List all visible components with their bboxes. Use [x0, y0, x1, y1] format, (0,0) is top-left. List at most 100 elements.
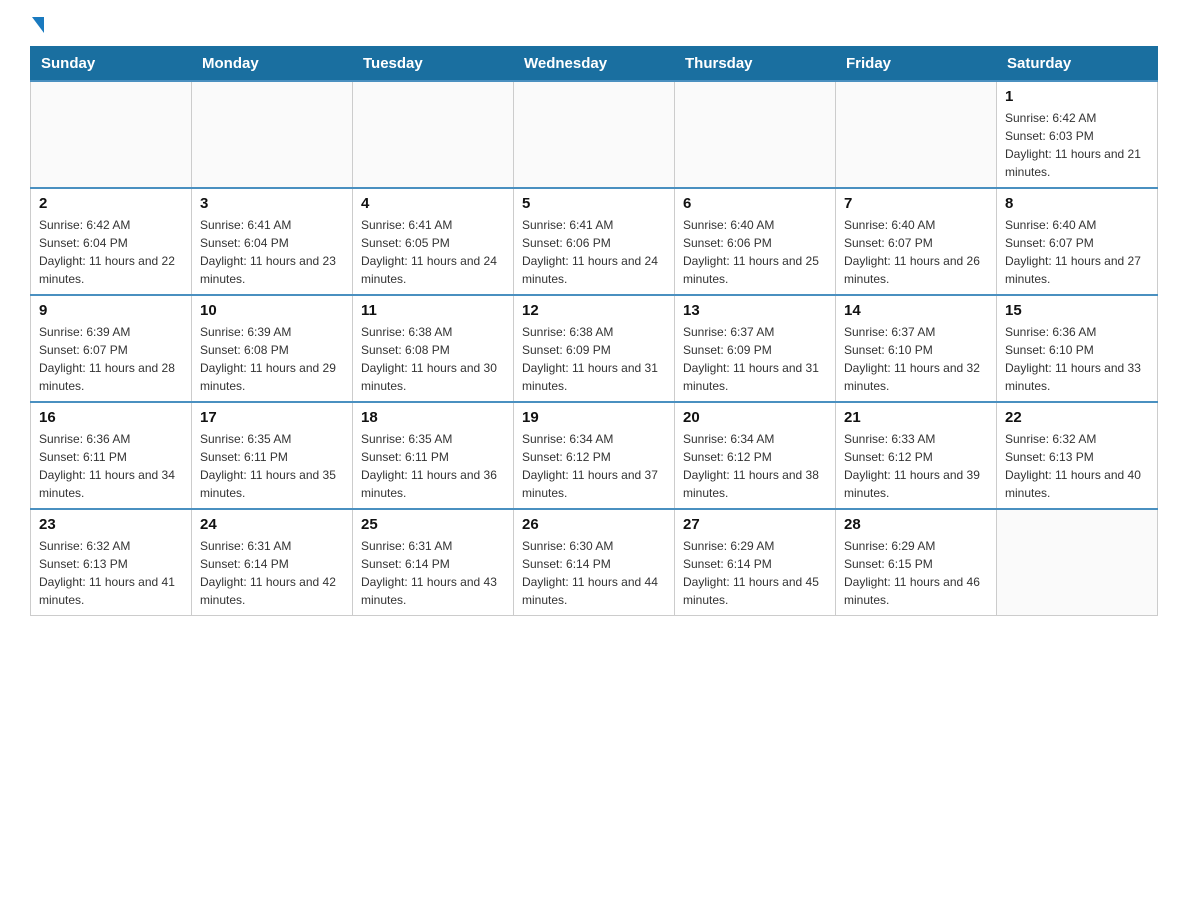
- day-number: 25: [361, 516, 505, 533]
- calendar-cell: [353, 81, 514, 188]
- day-number: 5: [522, 195, 666, 212]
- calendar-header-friday: Friday: [836, 47, 997, 82]
- calendar-cell: 2 Sunrise: 6:42 AMSunset: 6:04 PMDaylight…: [31, 188, 192, 295]
- calendar-cell: 11 Sunrise: 6:38 AMSunset: 6:08 PMDayligh…: [353, 295, 514, 402]
- day-info: Sunrise: 6:41 AMSunset: 6:04 PMDaylight:…: [200, 216, 344, 288]
- day-number: 6: [683, 195, 827, 212]
- day-number: 2: [39, 195, 183, 212]
- calendar-cell: [836, 81, 997, 188]
- day-number: 14: [844, 302, 988, 319]
- calendar-cell: 18 Sunrise: 6:35 AMSunset: 6:11 PMDayligh…: [353, 402, 514, 509]
- calendar-cell: 13 Sunrise: 6:37 AMSunset: 6:09 PMDayligh…: [675, 295, 836, 402]
- day-number: 17: [200, 409, 344, 426]
- day-number: 7: [844, 195, 988, 212]
- calendar-cell: 26 Sunrise: 6:30 AMSunset: 6:14 PMDayligh…: [514, 509, 675, 616]
- calendar-header-row: SundayMondayTuesdayWednesdayThursdayFrid…: [31, 47, 1158, 82]
- calendar-cell: 22 Sunrise: 6:32 AMSunset: 6:13 PMDayligh…: [997, 402, 1158, 509]
- calendar-header-thursday: Thursday: [675, 47, 836, 82]
- calendar-header-sunday: Sunday: [31, 47, 192, 82]
- day-number: 1: [1005, 88, 1149, 105]
- day-info: Sunrise: 6:36 AMSunset: 6:11 PMDaylight:…: [39, 430, 183, 502]
- calendar-cell: [31, 81, 192, 188]
- calendar-week-5: 23 Sunrise: 6:32 AMSunset: 6:13 PMDayligh…: [31, 509, 1158, 616]
- calendar-cell: 28Sunrise: 6:29 AMSunset: 6:15 PMDayligh…: [836, 509, 997, 616]
- day-number: 3: [200, 195, 344, 212]
- day-info: Sunrise: 6:32 AMSunset: 6:13 PMDaylight:…: [39, 537, 183, 609]
- day-number: 21: [844, 409, 988, 426]
- day-info: Sunrise: 6:29 AMSunset: 6:14 PMDaylight:…: [683, 537, 827, 609]
- day-info: Sunrise: 6:35 AMSunset: 6:11 PMDaylight:…: [200, 430, 344, 502]
- day-number: 11: [361, 302, 505, 319]
- calendar-cell: [997, 509, 1158, 616]
- calendar-cell: 10 Sunrise: 6:39 AMSunset: 6:08 PMDayligh…: [192, 295, 353, 402]
- day-number: 27: [683, 516, 827, 533]
- calendar-week-4: 16 Sunrise: 6:36 AMSunset: 6:11 PMDayligh…: [31, 402, 1158, 509]
- logo-arrow-icon: [32, 17, 44, 33]
- calendar-cell: 19Sunrise: 6:34 AMSunset: 6:12 PMDayligh…: [514, 402, 675, 509]
- calendar-cell: [514, 81, 675, 188]
- day-info: Sunrise: 6:37 AMSunset: 6:10 PMDaylight:…: [844, 323, 988, 395]
- day-info: Sunrise: 6:31 AMSunset: 6:14 PMDaylight:…: [200, 537, 344, 609]
- day-info: Sunrise: 6:37 AMSunset: 6:09 PMDaylight:…: [683, 323, 827, 395]
- day-number: 20: [683, 409, 827, 426]
- day-number: 4: [361, 195, 505, 212]
- day-info: Sunrise: 6:38 AMSunset: 6:08 PMDaylight:…: [361, 323, 505, 395]
- calendar-cell: 20 Sunrise: 6:34 AMSunset: 6:12 PMDayligh…: [675, 402, 836, 509]
- day-info: Sunrise: 6:33 AMSunset: 6:12 PMDaylight:…: [844, 430, 988, 502]
- calendar-cell: 6Sunrise: 6:40 AMSunset: 6:06 PMDaylight…: [675, 188, 836, 295]
- day-number: 26: [522, 516, 666, 533]
- calendar-cell: 4 Sunrise: 6:41 AMSunset: 6:05 PMDaylight…: [353, 188, 514, 295]
- calendar-cell: 16 Sunrise: 6:36 AMSunset: 6:11 PMDayligh…: [31, 402, 192, 509]
- day-info: Sunrise: 6:30 AMSunset: 6:14 PMDaylight:…: [522, 537, 666, 609]
- calendar-cell: 27 Sunrise: 6:29 AMSunset: 6:14 PMDayligh…: [675, 509, 836, 616]
- calendar-cell: 21 Sunrise: 6:33 AMSunset: 6:12 PMDayligh…: [836, 402, 997, 509]
- calendar-cell: 9 Sunrise: 6:39 AMSunset: 6:07 PMDaylight…: [31, 295, 192, 402]
- day-number: 22: [1005, 409, 1149, 426]
- day-info: Sunrise: 6:35 AMSunset: 6:11 PMDaylight:…: [361, 430, 505, 502]
- calendar-cell: 14 Sunrise: 6:37 AMSunset: 6:10 PMDayligh…: [836, 295, 997, 402]
- calendar-cell: 23 Sunrise: 6:32 AMSunset: 6:13 PMDayligh…: [31, 509, 192, 616]
- day-number: 18: [361, 409, 505, 426]
- calendar-week-3: 9 Sunrise: 6:39 AMSunset: 6:07 PMDaylight…: [31, 295, 1158, 402]
- day-number: 23: [39, 516, 183, 533]
- calendar-week-2: 2 Sunrise: 6:42 AMSunset: 6:04 PMDaylight…: [31, 188, 1158, 295]
- calendar-table: SundayMondayTuesdayWednesdayThursdayFrid…: [30, 46, 1158, 616]
- calendar-header-saturday: Saturday: [997, 47, 1158, 82]
- day-info: Sunrise: 6:31 AMSunset: 6:14 PMDaylight:…: [361, 537, 505, 609]
- day-number: 16: [39, 409, 183, 426]
- day-info: Sunrise: 6:42 AMSunset: 6:03 PMDaylight:…: [1005, 109, 1149, 181]
- calendar-cell: 1 Sunrise: 6:42 AMSunset: 6:03 PMDaylight…: [997, 81, 1158, 188]
- day-info: Sunrise: 6:40 AMSunset: 6:07 PMDaylight:…: [1005, 216, 1149, 288]
- day-info: Sunrise: 6:41 AMSunset: 6:06 PMDaylight:…: [522, 216, 666, 288]
- page-header: [30, 20, 1158, 36]
- day-number: 10: [200, 302, 344, 319]
- day-info: Sunrise: 6:41 AMSunset: 6:05 PMDaylight:…: [361, 216, 505, 288]
- day-info: Sunrise: 6:40 AMSunset: 6:07 PMDaylight:…: [844, 216, 988, 288]
- calendar-cell: 25 Sunrise: 6:31 AMSunset: 6:14 PMDayligh…: [353, 509, 514, 616]
- day-info: Sunrise: 6:36 AMSunset: 6:10 PMDaylight:…: [1005, 323, 1149, 395]
- day-number: 9: [39, 302, 183, 319]
- day-number: 19: [522, 409, 666, 426]
- day-number: 15: [1005, 302, 1149, 319]
- day-number: 12: [522, 302, 666, 319]
- calendar-week-1: 1 Sunrise: 6:42 AMSunset: 6:03 PMDaylight…: [31, 81, 1158, 188]
- calendar-cell: 8 Sunrise: 6:40 AMSunset: 6:07 PMDaylight…: [997, 188, 1158, 295]
- day-info: Sunrise: 6:39 AMSunset: 6:08 PMDaylight:…: [200, 323, 344, 395]
- day-number: 8: [1005, 195, 1149, 212]
- calendar-cell: 5 Sunrise: 6:41 AMSunset: 6:06 PMDaylight…: [514, 188, 675, 295]
- day-info: Sunrise: 6:39 AMSunset: 6:07 PMDaylight:…: [39, 323, 183, 395]
- calendar-cell: 24 Sunrise: 6:31 AMSunset: 6:14 PMDayligh…: [192, 509, 353, 616]
- calendar-cell: 17 Sunrise: 6:35 AMSunset: 6:11 PMDayligh…: [192, 402, 353, 509]
- calendar-cell: 15 Sunrise: 6:36 AMSunset: 6:10 PMDayligh…: [997, 295, 1158, 402]
- day-info: Sunrise: 6:42 AMSunset: 6:04 PMDaylight:…: [39, 216, 183, 288]
- day-info: Sunrise: 6:38 AMSunset: 6:09 PMDaylight:…: [522, 323, 666, 395]
- calendar-cell: [192, 81, 353, 188]
- calendar-cell: 7 Sunrise: 6:40 AMSunset: 6:07 PMDaylight…: [836, 188, 997, 295]
- day-number: 13: [683, 302, 827, 319]
- day-number: 24: [200, 516, 344, 533]
- day-info: Sunrise: 6:29 AMSunset: 6:15 PMDaylight:…: [844, 537, 988, 609]
- logo: [30, 20, 44, 36]
- day-info: Sunrise: 6:34 AMSunset: 6:12 PMDaylight:…: [683, 430, 827, 502]
- day-info: Sunrise: 6:32 AMSunset: 6:13 PMDaylight:…: [1005, 430, 1149, 502]
- calendar-cell: 12 Sunrise: 6:38 AMSunset: 6:09 PMDayligh…: [514, 295, 675, 402]
